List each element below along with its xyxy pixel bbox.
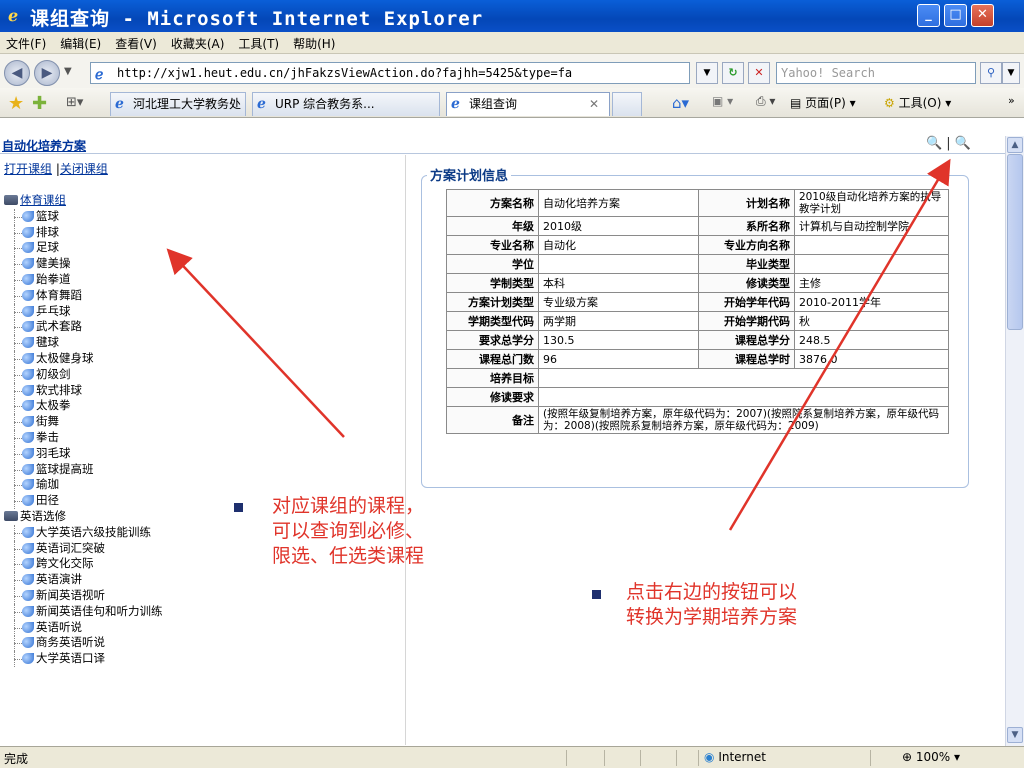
- annotation-arrows: [166, 158, 951, 531]
- scroll-thumb[interactable]: [1007, 154, 1023, 330]
- vertical-scrollbar[interactable]: ▲ ▼: [1005, 136, 1024, 746]
- zoom-control[interactable]: ⊕ 100% ▾: [902, 750, 960, 764]
- internet-zone: ◉ Internet: [704, 750, 766, 764]
- status-divider: [676, 750, 677, 766]
- zoom-icon: ⊕: [902, 750, 913, 764]
- annotation-arrow-left: [166, 248, 345, 438]
- status-divider: [604, 750, 605, 766]
- status-divider: [566, 750, 567, 766]
- status-divider: [870, 750, 871, 766]
- zone-label: Internet: [718, 750, 766, 764]
- status-bar: 完成 ◉ Internet ⊕ 100% ▾: [0, 746, 1024, 768]
- status-divider: [640, 750, 641, 766]
- annotation-arrow-right: [728, 158, 951, 531]
- zoom-label: 100%: [915, 750, 951, 764]
- status-text: 完成: [4, 752, 29, 766]
- status-divider: [698, 750, 699, 766]
- scroll-up-icon[interactable]: ▲: [1007, 137, 1023, 153]
- scroll-down-icon[interactable]: ▼: [1007, 727, 1023, 743]
- globe-icon: ◉: [704, 750, 715, 764]
